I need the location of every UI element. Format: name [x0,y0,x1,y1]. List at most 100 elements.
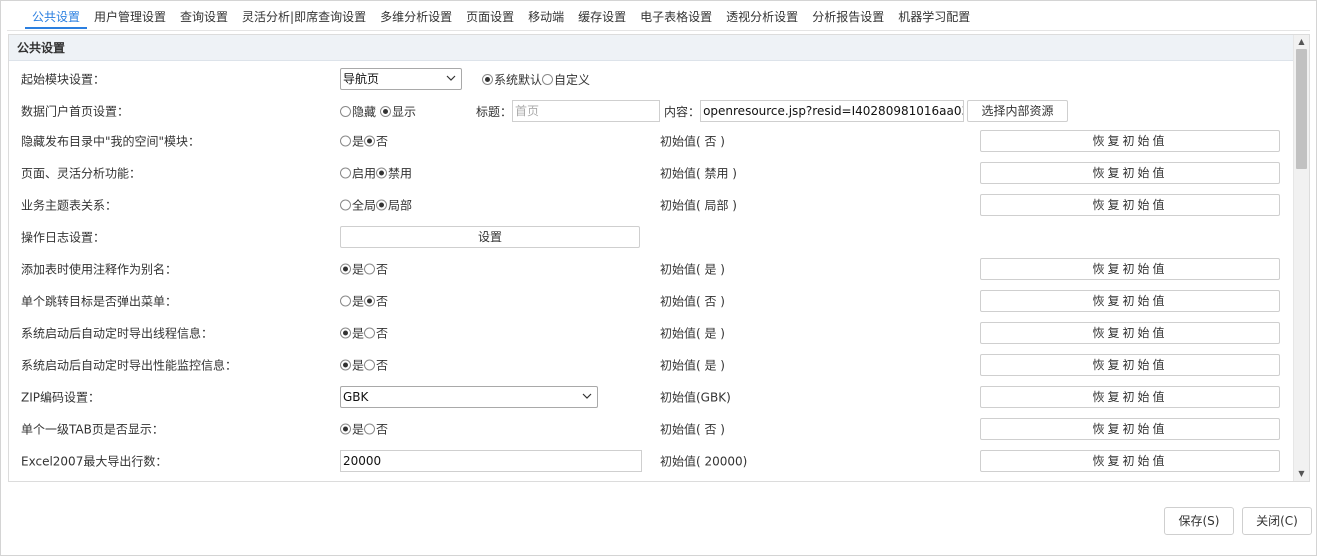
radio-icon [340,295,351,307]
radio-local[interactable]: 局部 [376,197,412,214]
reset-button[interactable]: 恢复初始值 [980,322,1280,344]
radio-no[interactable]: 否 [364,133,388,150]
radio-yes[interactable]: 是 [340,325,364,342]
close-button[interactable]: 关闭(C) [1242,507,1312,535]
reset-button[interactable]: 恢复初始值 [980,450,1280,472]
radio-enable[interactable]: 启用 [340,165,376,182]
scroll-down-icon[interactable]: ▼ [1294,467,1309,481]
radio-show[interactable]: 显示 [380,103,416,120]
row-excel-max: Excel2007最大导出行数： 20000 初始值( 20000) 恢复初始值 [9,445,1293,477]
radio-icon [364,295,376,307]
initial-value: 初始值( 否 ) [660,422,725,437]
radio-icon [364,423,376,435]
initial-value: 初始值( 是 ) [660,326,725,341]
title-input[interactable]: 首页 [512,100,661,122]
initial-value: 初始值( 禁用 ) [660,166,737,181]
radio-no[interactable]: 否 [364,293,388,310]
radio-yes[interactable]: 是 [340,421,364,438]
scroll-up-icon[interactable]: ▲ [1294,35,1309,49]
radio-icon [364,135,376,147]
reset-button-partial[interactable] [980,481,1280,482]
content-input[interactable]: openresource.jsp?resid=I40280981016aa032… [700,100,965,122]
start-module-select[interactable]: 导航页 [340,68,462,90]
oplog-label: 操作日志设置： [21,230,106,245]
tab-olap-settings[interactable]: 多维分析设置 [373,7,459,29]
row-zip-encoding: ZIP编码设置： GBK 初始值(GBK) 恢复初始值 [9,381,1293,413]
radio-icon [482,73,493,85]
select-internal-resource-button[interactable]: 选择内部资源 [967,100,1069,122]
export-thread-label: 系统启动后自动定时导出线程信息： [21,326,214,341]
radio-disable[interactable]: 禁用 [376,165,412,182]
content-label: 内容： [664,104,701,119]
initial-value: 初始值( 20000) [660,454,748,469]
tab-query-settings[interactable]: 查询设置 [173,7,235,29]
tab-mobile[interactable]: 移动端 [521,7,571,29]
settings-tabs: 公共设置 用户管理设置 查询设置 灵活分析|即席查询设置 多维分析设置 页面设置… [25,7,977,29]
reset-button[interactable]: 恢复初始值 [980,290,1280,312]
reset-button[interactable]: 恢复初始值 [980,354,1280,376]
tab-spreadsheet-settings[interactable]: 电子表格设置 [633,7,719,29]
tab-public-settings[interactable]: 公共设置 [25,7,88,29]
radio-icon [542,73,554,85]
radio-no[interactable]: 否 [364,357,388,374]
radio-no[interactable]: 否 [364,325,388,342]
single-jump-label: 单个跳转目标是否弹出菜单： [21,294,178,309]
row-single-jump: 单个跳转目标是否弹出菜单： 是 否 初始值( 否 ) 恢复初始值 [9,285,1293,317]
radio-icon [376,167,388,179]
initial-value: 初始值( 是 ) [660,262,725,277]
row-portal-home: 数据门户首页设置： 隐藏 显示 标题： 首页 内容： openresource.… [9,95,1293,127]
vertical-scrollbar[interactable]: ▲ ▼ [1293,35,1309,481]
reset-button[interactable]: 恢复初始值 [980,194,1280,216]
excel-max-label: Excel2007最大导出行数： [21,454,168,469]
radio-yes[interactable]: 是 [340,357,364,374]
row-export-perf: 系统启动后自动定时导出性能监控信息： 是 否 初始值( 是 ) 恢复初始值 [9,349,1293,381]
radio-yes[interactable]: 是 [340,133,364,150]
alias-comment-label: 添加表时使用注释作为别名： [21,262,178,277]
radio-no[interactable]: 否 [364,421,388,438]
settings-dialog: 公共设置 用户管理设置 查询设置 灵活分析|即席查询设置 多维分析设置 页面设置… [0,0,1317,556]
tabs-divider [7,30,1310,31]
page-flex-label: 页面、灵活分析功能： [21,166,142,181]
export-perf-label: 系统启动后自动定时导出性能监控信息： [21,358,238,373]
zip-encoding-label: ZIP编码设置： [21,390,100,405]
tab-cache-settings[interactable]: 缓存设置 [571,7,633,29]
radio-yes[interactable]: 是 [340,261,364,278]
row-single-tab: 单个一级TAB页是否显示： 是 否 初始值( 否 ) 恢复初始值 [9,413,1293,445]
tab-user-management[interactable]: 用户管理设置 [87,7,173,29]
biz-table-label: 业务主题表关系： [21,198,118,213]
radio-icon [376,199,388,211]
row-page-flex: 页面、灵活分析功能： 启用 禁用 初始值( 禁用 ) 恢复初始值 [9,157,1293,189]
radio-no[interactable]: 否 [364,261,388,278]
oplog-settings-button[interactable]: 设置 [340,226,640,248]
tab-flex-adhoc[interactable]: 灵活分析|即席查询设置 [235,7,373,29]
start-module-label: 起始模块设置： [21,72,106,87]
excel-max-input[interactable]: 20000 [340,450,642,472]
save-button[interactable]: 保存(S) [1164,507,1234,535]
zip-encoding-select[interactable]: GBK [340,386,598,408]
radio-custom[interactable]: 自定义 [542,71,590,88]
reset-button[interactable]: 恢复初始值 [980,130,1280,152]
radio-icon [380,105,392,117]
radio-hide[interactable]: 隐藏 [340,103,376,120]
tab-page-settings[interactable]: 页面设置 [459,7,521,29]
radio-global[interactable]: 全局 [340,197,376,214]
initial-value: 初始值(GBK) [660,390,731,405]
portal-home-label: 数据门户首页设置： [21,104,130,119]
radio-icon [364,327,376,339]
reset-button[interactable]: 恢复初始值 [980,386,1280,408]
radio-yes[interactable]: 是 [340,293,364,310]
radio-system-default[interactable]: 系统默认 [482,71,542,88]
tab-pivot-settings[interactable]: 透视分析设置 [719,7,805,29]
radio-icon [340,167,351,179]
panel-title: 公共设置 [9,35,1293,61]
scroll-thumb[interactable] [1296,49,1307,169]
initial-value: 初始值( 否 ) [660,134,725,149]
row-oplog: 操作日志设置： 设置 [9,221,1293,253]
reset-button[interactable]: 恢复初始值 [980,418,1280,440]
chevron-down-icon [446,75,456,81]
reset-button[interactable]: 恢复初始值 [980,258,1280,280]
reset-button[interactable]: 恢复初始值 [980,162,1280,184]
title-label: 标题： [476,104,513,119]
tab-ml-settings[interactable]: 机器学习配置 [891,7,977,29]
tab-report-settings[interactable]: 分析报告设置 [805,7,891,29]
